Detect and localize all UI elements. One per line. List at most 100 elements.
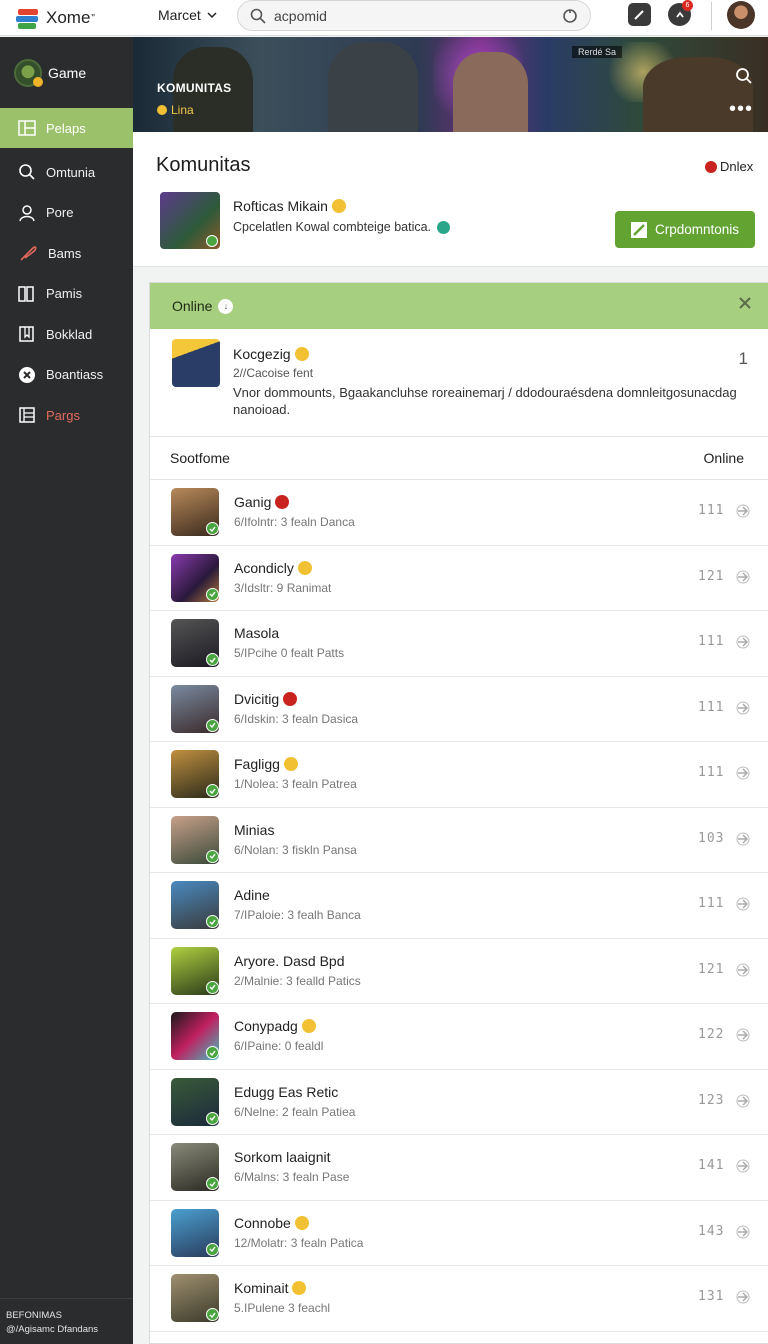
member-count: 103	[698, 830, 725, 846]
sidebar-item-pelaps[interactable]: Pelaps	[0, 108, 133, 148]
search-icon	[736, 68, 752, 84]
share-arrow-icon[interactable]	[736, 963, 750, 977]
member-row[interactable]: Kominait 5.IPulene 3 feachl 131	[150, 1266, 768, 1332]
close-icon[interactable]	[738, 296, 752, 310]
sidebar-item-omtunia[interactable]: Omtunia	[0, 152, 133, 193]
member-row[interactable]: Masola 5/IPcihe 0 fealt Patts 111	[150, 611, 768, 677]
sidebar-item-boantiass[interactable]: Boantiass	[0, 355, 133, 396]
smiley-icon	[294, 1215, 309, 1230]
member-row[interactable]: Edugg Eas Retic 6/Nelne: 2 fealn Patiea 12…	[150, 1070, 768, 1135]
featured-description: Vnor dommounts, Bgaakancluhse roreainema…	[233, 385, 737, 417]
member-row[interactable]: Aryore. Dasd Bpd 2/Malnie: 3 fealld Patic…	[150, 939, 768, 1004]
share-arrow-icon[interactable]	[736, 766, 750, 780]
market-label: Marcet	[158, 7, 201, 23]
verified-check-icon	[206, 653, 219, 666]
sidebar-item-label: Pelaps	[46, 120, 86, 136]
banner-subtitle-row: Lina	[157, 103, 194, 117]
member-name: Minias	[234, 821, 275, 838]
logo-mark-icon	[16, 7, 40, 29]
list-header-right[interactable]: Online	[704, 450, 744, 466]
member-count: 141	[698, 1158, 725, 1173]
refresh-icon[interactable]	[562, 8, 578, 24]
chat-badge-icon	[275, 495, 290, 509]
sidebar-footer: BEFONIMAS @/Agisamc Dfandans	[0, 1298, 133, 1344]
share-arrow-icon[interactable]	[736, 1290, 750, 1304]
member-row[interactable]: Minias 6/Nolan: 3 fiskln Pansa 103	[150, 808, 768, 873]
app-logo[interactable]: Xome "	[16, 6, 95, 30]
bookmark-icon	[18, 325, 36, 343]
share-arrow-icon[interactable]	[736, 635, 750, 649]
sidebar-item-label: Bams	[48, 245, 82, 261]
member-row[interactable]: Fagligg 1/Nolea: 3 fealn Patrea 111	[150, 742, 768, 808]
member-count: 111	[698, 503, 725, 518]
member-name-row: Conypadg	[234, 1018, 316, 1034]
community-thumbnail[interactable]	[160, 192, 220, 249]
search-bar[interactable]	[237, 0, 591, 31]
verified-check-icon	[206, 1046, 219, 1059]
notifications-button[interactable]: 6	[668, 0, 693, 26]
list-header-left[interactable]: Sootfome	[170, 450, 230, 466]
share-arrow-icon[interactable]	[736, 504, 750, 518]
share-arrow-icon[interactable]	[736, 1225, 750, 1239]
verified-check-icon	[206, 587, 219, 601]
featured-member[interactable]: Kocgezig 2//Cacoise fent Vnor dommounts,…	[150, 329, 768, 437]
member-count: 111	[698, 765, 725, 780]
smiley-icon	[292, 1281, 307, 1295]
sidebar-item-pore[interactable]: Pore	[0, 193, 133, 234]
share-arrow-icon[interactable]	[736, 1159, 750, 1173]
sidebar-item-bams[interactable]: Bams	[0, 233, 133, 274]
member-count: 143	[698, 1223, 725, 1239]
smiley-icon	[301, 1019, 316, 1033]
member-name-row: Adine	[234, 887, 270, 903]
member-meta: 5/IPcihe 0 fealt Patts	[234, 646, 345, 660]
member-row[interactable]: Sorkom laaignit 6/Malns: 3 fealn Pase 141	[150, 1135, 768, 1201]
member-name-row: Minias	[234, 822, 274, 838]
edit-button[interactable]	[628, 3, 651, 26]
market-dropdown[interactable]: Marcet	[158, 7, 217, 23]
member-row[interactable]: Connobe 12/Molatr: 3 fealn Patica 143	[150, 1201, 768, 1266]
smiley-icon	[297, 560, 312, 575]
featured-name: Kocgezig	[233, 346, 291, 362]
member-list: Ganig 6/Ifolntr: 3 fealn Danca 111 Acondicl…	[150, 480, 768, 1332]
sidebar-item-pamis[interactable]: Pamis	[0, 274, 133, 315]
share-arrow-icon[interactable]	[736, 1094, 750, 1108]
member-meta: 6/Nolan: 3 fiskln Pansa	[234, 842, 357, 857]
user-avatar[interactable]	[727, 1, 755, 29]
share-arrow-icon[interactable]	[736, 1028, 750, 1042]
member-count: 122	[698, 1027, 725, 1042]
sidebar-item-pargs[interactable]: Pargs	[0, 395, 133, 436]
info-icon: ↓	[218, 298, 234, 314]
banner-tag[interactable]: Rerdé Sa	[572, 46, 623, 58]
smiley-icon	[283, 757, 298, 771]
member-count: 121	[698, 961, 725, 977]
share-arrow-icon[interactable]	[736, 701, 750, 715]
member-name: Kominait	[234, 1280, 289, 1296]
member-meta: 6/Ifolntr: 3 fealn Danca	[234, 515, 355, 529]
member-name: Adine	[234, 887, 270, 903]
community-action-button[interactable]: Crpdomntonis	[615, 211, 755, 248]
sidebar-item-label: Bokklad	[46, 326, 93, 342]
member-meta: 2/Malnie: 3 fealld Patics	[234, 973, 361, 988]
chat-badge-icon	[283, 691, 298, 706]
more-options-icon[interactable]: •••	[729, 99, 753, 119]
sidebar-item-bokklad[interactable]: Bokklad	[0, 314, 133, 355]
member-row[interactable]: Conypadg 6/IPaine: 0 fealdl 122	[150, 1004, 768, 1070]
share-arrow-icon[interactable]	[736, 897, 750, 911]
member-row[interactable]: Acondicly 3/Idsltr: 9 Ranimat 121	[150, 546, 768, 611]
member-meta: 1/Nolea: 3 fealn Patrea	[234, 777, 357, 791]
member-meta: 12/Molatr: 3 fealn Patica	[234, 1235, 364, 1250]
member-name-row: Connobe	[234, 1215, 309, 1231]
member-row[interactable]: Adine 7/IPaloie: 3 fealh Banca 111	[150, 873, 768, 939]
share-arrow-icon[interactable]	[736, 832, 750, 846]
sidebar-game-header[interactable]: Game	[0, 37, 133, 108]
search-input[interactable]	[274, 7, 554, 24]
member-row[interactable]: Dvicitig 6/Idskin: 3 fealn Dasica 111	[150, 677, 768, 742]
verified-check-icon	[206, 1111, 219, 1125]
banner-search-button[interactable]	[735, 67, 753, 90]
hero-banner: KOMUNITAS Lina Rerdé Sa •••	[133, 37, 768, 132]
member-count: 121	[698, 568, 725, 584]
member-row[interactable]: Ganig 6/Ifolntr: 3 fealn Danca 111	[150, 480, 768, 546]
member-name-row: Sorkom laaignit	[234, 1149, 331, 1165]
member-name: Fagligg	[234, 756, 280, 772]
share-arrow-icon[interactable]	[736, 570, 750, 584]
